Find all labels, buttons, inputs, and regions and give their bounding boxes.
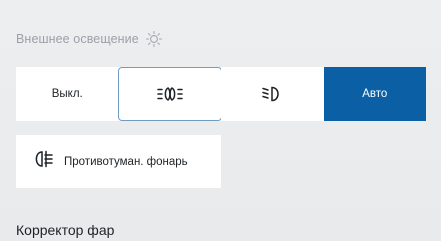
- lighting-mode-off-label: Выкл.: [51, 88, 83, 100]
- low-beam-icon: [261, 85, 283, 103]
- headlight-corrector-title: Корректор фар: [16, 222, 115, 238]
- lighting-mode-auto-label: Авто: [362, 88, 388, 100]
- lighting-mode-auto-button[interactable]: Авто: [323, 67, 426, 121]
- exterior-lighting-title: Внешнее освещение: [16, 32, 139, 46]
- lighting-mode-low-beam-button[interactable]: [221, 67, 324, 121]
- sun-icon: [145, 30, 163, 48]
- exterior-lighting-screen: Внешнее освещение Выкл. Авто Противотума…: [0, 0, 441, 241]
- lighting-mode-off-button[interactable]: Выкл.: [16, 67, 119, 121]
- exterior-lighting-header: Внешнее освещение: [16, 30, 163, 48]
- rear-fog-light-button[interactable]: Противотуман. фонарь: [16, 135, 221, 188]
- lighting-mode-selector: Выкл. Авто: [16, 67, 426, 121]
- rear-fog-light-label: Противотуман. фонарь: [64, 155, 188, 168]
- rear-fog-light-icon: [32, 149, 54, 174]
- parking-lights-icon: [156, 85, 184, 103]
- lighting-mode-parking-button[interactable]: [117, 67, 222, 121]
